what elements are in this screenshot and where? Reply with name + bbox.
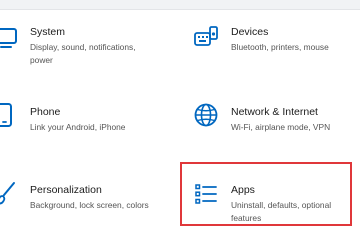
- monitor-icon: [0, 28, 17, 48]
- phone-icon: [0, 103, 12, 127]
- globe-icon: [194, 103, 218, 127]
- tile-description: Background, lock screen, colors: [30, 200, 149, 210]
- tile-phone[interactable]: Phone Link your Android, iPhone: [0, 96, 175, 140]
- window-top-strip: [0, 0, 360, 10]
- tile-title: Phone: [30, 106, 61, 118]
- paintbrush-icon: [0, 182, 15, 205]
- tile-system[interactable]: System Display, sound, notifications, po…: [0, 18, 175, 74]
- keyboard-speaker-icon: [194, 26, 218, 46]
- tile-description: Wi-Fi, airplane mode, VPN: [231, 122, 331, 132]
- tile-description: Display, sound, notifications, power: [30, 42, 136, 65]
- tile-network-internet[interactable]: Network & Internet Wi-Fi, airplane mode,…: [185, 96, 355, 140]
- tile-description: Link your Android, iPhone: [30, 122, 126, 132]
- tile-description: Bluetooth, printers, mouse: [231, 42, 329, 52]
- apps-list-icon: [195, 184, 217, 204]
- tile-title: Devices: [231, 26, 269, 38]
- tile-personalization[interactable]: Personalization Background, lock screen,…: [0, 176, 175, 220]
- tile-apps[interactable]: Apps Uninstall, defaults, optional featu…: [185, 176, 350, 224]
- tile-title: Apps: [231, 184, 255, 196]
- tile-description: Uninstall, defaults, optional features: [231, 200, 332, 223]
- tile-devices[interactable]: Devices Bluetooth, printers, mouse: [185, 18, 355, 74]
- tile-title: System: [30, 26, 66, 38]
- tile-title: Network & Internet: [231, 106, 318, 118]
- tile-title: Personalization: [30, 184, 102, 196]
